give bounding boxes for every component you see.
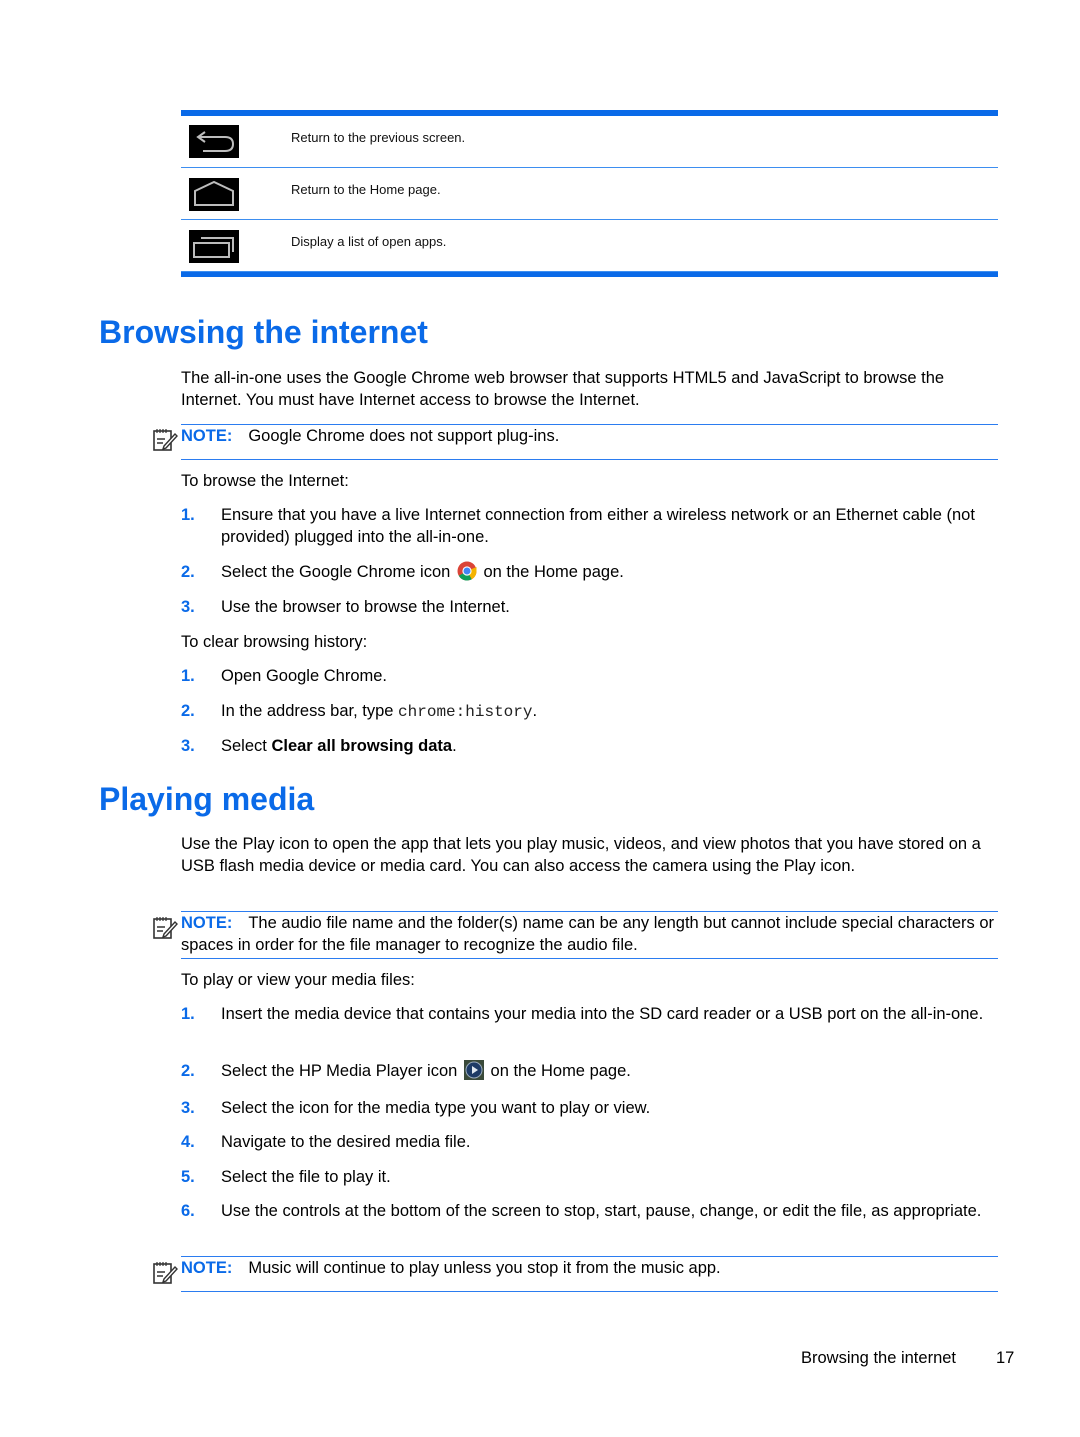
section-heading-browsing: Browsing the internet [99, 314, 428, 350]
note-chrome-plugins: NOTE: Google Chrome does not support plug… [181, 424, 998, 460]
step-text: Select the HP Media Player icon on the H… [221, 1060, 1001, 1082]
table-bottom-rule [181, 272, 998, 277]
table-row: Return to the previous screen. [181, 116, 998, 168]
footer-section-title: Browsing the internet [801, 1349, 957, 1367]
clear-lead: To clear browsing history: [181, 633, 368, 651]
step-text-before: Select [221, 737, 267, 755]
step-text: Use the browser to browse the Internet. [221, 598, 510, 616]
step-text: Select the icon for the media type you w… [221, 1099, 651, 1117]
home-icon [189, 178, 239, 211]
table-row-description: Return to the Home page. [291, 182, 441, 197]
back-arrow-icon [189, 125, 239, 158]
step-number: 2. [181, 563, 195, 581]
browse-lead: To browse the Internet: [181, 472, 349, 490]
step-text: In the address bar, type chrome:history. [221, 700, 1001, 723]
browsing-intro: The all-in-one uses the Google Chrome we… [181, 369, 945, 409]
step-text-after: on the Home page. [490, 1062, 631, 1080]
note-text: Google Chrome does not support plug-ins. [248, 427, 560, 445]
step-number: 3. [181, 1099, 195, 1117]
step-text: Ensure that you have a live Internet con… [221, 506, 975, 546]
note-label: NOTE: [181, 914, 233, 932]
step-text: Use the controls at the bottom of the sc… [221, 1202, 982, 1220]
step-text-after: . [452, 737, 457, 755]
note-label: NOTE: [181, 427, 233, 445]
media-lead: To play or view your media files: [181, 971, 415, 989]
table-row-description: Display a list of open apps. [291, 234, 447, 249]
code-chrome-history: chrome:history [398, 703, 533, 721]
note-text: Music will continue to play unless you s… [248, 1259, 721, 1277]
step-text-before: Select the HP Media Player icon [221, 1062, 458, 1080]
page-number: 17 [996, 1349, 1015, 1367]
step-text: Select the Google Chrome icon on the Hom… [221, 561, 1001, 583]
step-text-after: on the Home page. [483, 563, 624, 581]
step-text: Select the file to play it. [221, 1168, 391, 1186]
step-number: 6. [181, 1202, 195, 1220]
note-icon [153, 917, 178, 939]
step-text: Navigate to the desired media file. [221, 1133, 471, 1151]
table-row: Return to the Home page. [181, 168, 998, 220]
step-number: 1. [181, 667, 195, 685]
media-player-icon [463, 1060, 484, 1080]
step-number: 2. [181, 702, 195, 720]
recent-apps-icon [189, 230, 239, 263]
ui-label-clear-all-browsing-data: Clear all browsing data [271, 737, 453, 755]
nav-buttons-table: Return to the previous screen. Return to… [181, 110, 998, 277]
media-intro: Use the Play icon to open the app that l… [181, 835, 981, 875]
step-number: 5. [181, 1168, 195, 1186]
note-icon [153, 1262, 178, 1284]
note-music-continues: NOTE: Music will continue to play unless … [181, 1256, 998, 1292]
step-text: Insert the media device that contains yo… [221, 1005, 984, 1023]
step-number: 1. [181, 506, 195, 524]
step-number: 2. [181, 1062, 195, 1080]
step-text-before: In the address bar, type [221, 702, 394, 720]
step-text-before: Select the Google Chrome icon [221, 563, 451, 581]
table-row: Display a list of open apps. [181, 220, 998, 272]
chrome-icon [457, 561, 477, 581]
table-row-description: Return to the previous screen. [291, 130, 466, 145]
step-number: 1. [181, 1005, 195, 1023]
step-text: Open Google Chrome. [221, 667, 388, 685]
step-number: 3. [181, 737, 195, 755]
step-text-after: . [532, 702, 538, 720]
note-label: NOTE: [181, 1259, 233, 1277]
note-text: The audio file name and the folder(s) na… [181, 914, 995, 954]
step-text: Select Clear all browsing data. [221, 735, 1001, 757]
section-heading-media: Playing media [99, 781, 315, 817]
step-number: 3. [181, 598, 195, 616]
note-audio-filenames: NOTE: The audio file name and the folder(… [181, 911, 998, 959]
note-icon [153, 429, 178, 451]
step-number: 4. [181, 1133, 195, 1151]
